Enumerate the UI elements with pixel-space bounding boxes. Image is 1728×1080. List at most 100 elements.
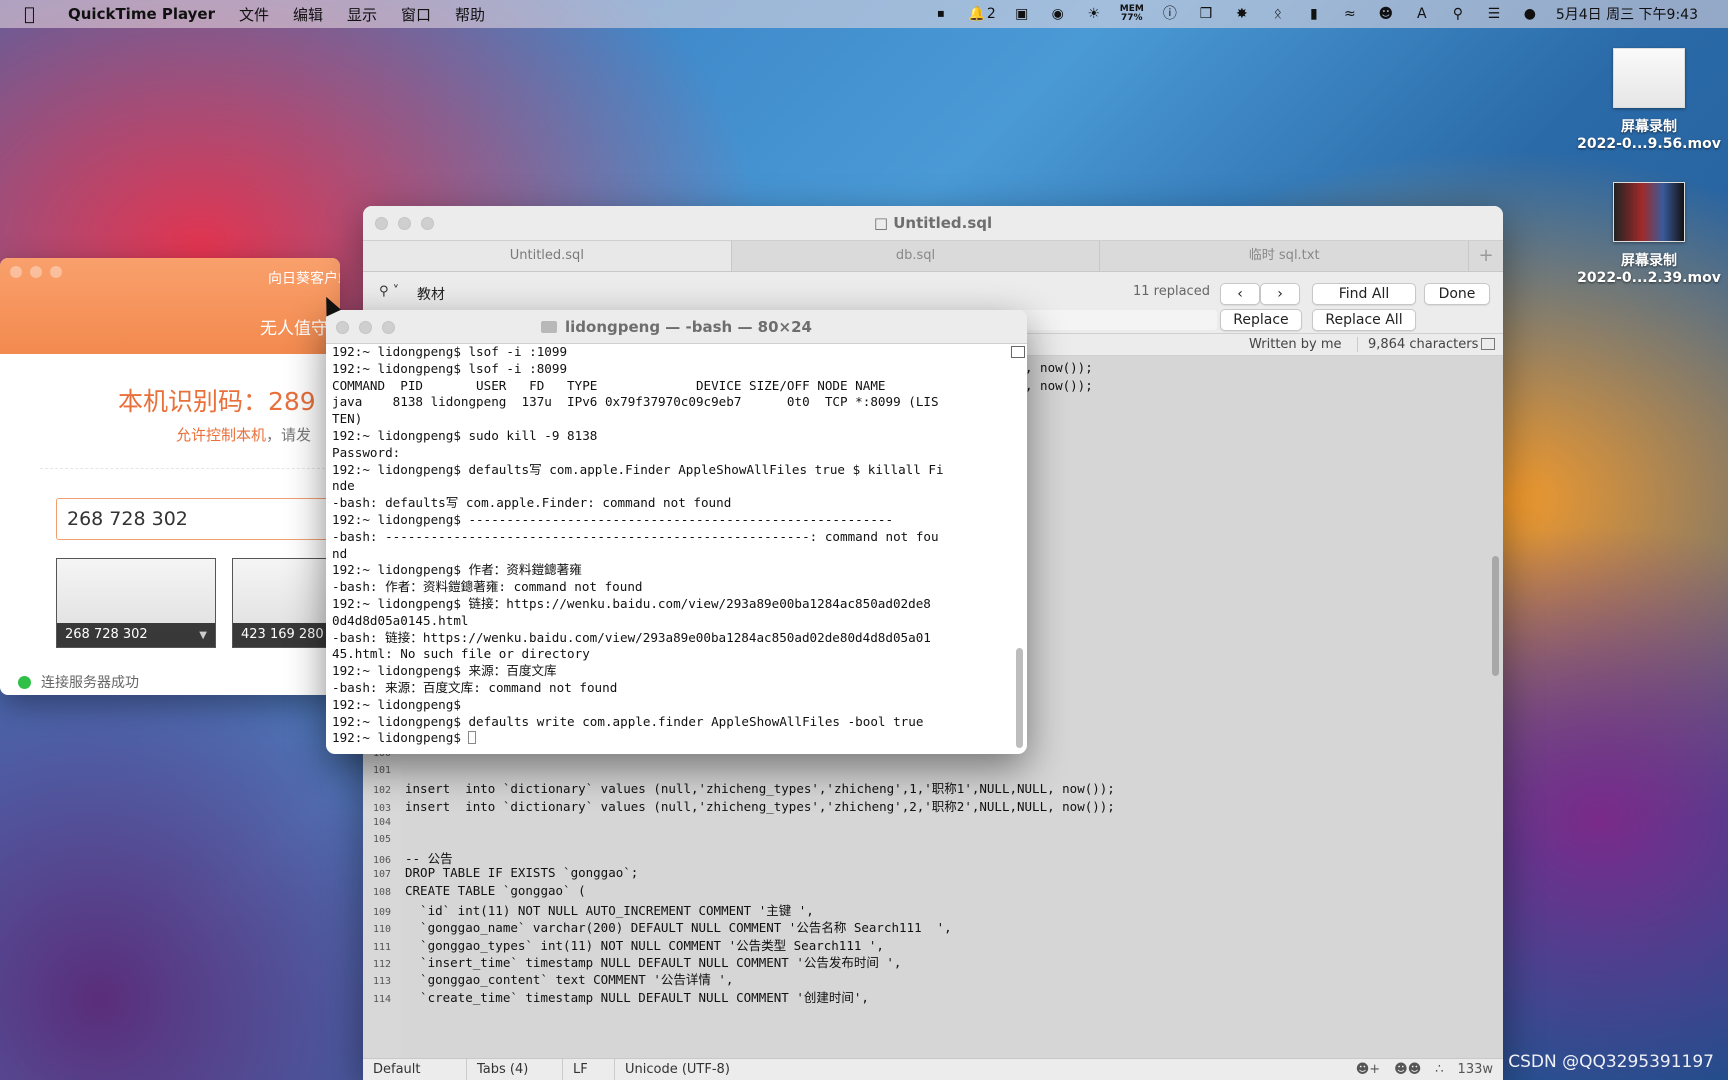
- bluetooth-icon[interactable]: ᛟ: [1268, 5, 1288, 23]
- allow-control-link[interactable]: 允许控制本机: [176, 426, 266, 444]
- tab-db-sql[interactable]: db.sql: [732, 241, 1101, 271]
- encoding-selector[interactable]: Unicode (UTF-8): [615, 1059, 765, 1080]
- code-line: 107 DROP TABLE IF EXISTS `gonggao`;: [363, 865, 638, 882]
- memory-monitor[interactable]: MEM 77%: [1120, 5, 1144, 23]
- line-number: 103: [372, 802, 391, 814]
- info-icon[interactable]: ⓘ: [1160, 5, 1180, 23]
- theme-selector[interactable]: Default: [363, 1058, 467, 1080]
- terminal-title: lidongpeng — -bash — 80×24: [326, 318, 1027, 336]
- code-text: `create_time` timestamp NULL DEFAULT NUL…: [405, 989, 869, 1005]
- file-name-line2: 2022-0...9.56.mov: [1577, 136, 1721, 152]
- previous-match-button[interactable]: ‹: [1220, 283, 1260, 305]
- menu-bar:  QuickTime Player 文件 编辑 显示 窗口 帮助 ⏹ 🔔2 ▣…: [0, 0, 1728, 28]
- code-line: 113 `gonggao_content` text COMMENT '公告详情…: [363, 969, 734, 987]
- connection-status: 连接服务器成功: [18, 672, 139, 692]
- menu-file[interactable]: 文件: [239, 4, 269, 25]
- line-number: 102: [372, 785, 391, 797]
- menu-help[interactable]: 帮助: [455, 4, 485, 25]
- desktop-file-recording-2[interactable]: 屏幕录制 2022-0...2.39.mov: [1574, 182, 1724, 286]
- recent-device-thumb[interactable]: 423 169 280: [232, 558, 340, 648]
- indent-selector[interactable]: Tabs (4): [467, 1058, 563, 1080]
- device-code: 本机识别码：289: [118, 387, 316, 416]
- signal-icon: ∴: [1435, 1062, 1444, 1077]
- line-number: 111: [372, 941, 391, 953]
- minimize-button[interactable]: [30, 266, 42, 278]
- code-text: CREATE TABLE `gonggao` (: [405, 882, 586, 898]
- split-pane-icon[interactable]: [1011, 346, 1025, 358]
- sunflower-title: 向日葵客户端: [268, 271, 340, 287]
- partner-code-input[interactable]: 268 728 302: [56, 498, 340, 540]
- add-user-icon[interactable]: ☻+: [1356, 1062, 1380, 1077]
- terminal-window: lidongpeng — -bash — 80×24 192:~ lidongp…: [326, 310, 1027, 754]
- zoom-button[interactable]: [50, 266, 62, 278]
- collaborators-icon[interactable]: ☻☻: [1394, 1062, 1421, 1077]
- add-tab-button[interactable]: +: [1469, 241, 1503, 271]
- spotlight-search-icon[interactable]: ⚲: [1448, 5, 1468, 23]
- desktop-file-recording-1[interactable]: 屏幕录制 2022-0...9.56.mov: [1574, 48, 1724, 152]
- video-thumbnail: [1613, 48, 1685, 108]
- mem-value: 77%: [1121, 13, 1143, 23]
- sunflower-status-icon[interactable]: ◉: [1048, 5, 1068, 23]
- terminal-title-text: lidongpeng — -bash — 80×24: [565, 318, 812, 336]
- clock[interactable]: 5月4日 周三 下午9:43: [1556, 4, 1698, 24]
- tab-temp-sql[interactable]: 临时 sql.txt: [1100, 241, 1470, 271]
- terminal-line: 192:~ lidongpeng$ lsof -i :1099: [332, 344, 568, 359]
- battery-icon[interactable]: ▮: [1304, 5, 1324, 23]
- replace-all-button[interactable]: Replace All: [1312, 309, 1416, 331]
- replaced-count: 11 replaced: [1133, 284, 1210, 299]
- vertical-scrollbar[interactable]: [1492, 556, 1499, 676]
- terminal-line: COMMAND PID USER FD TYPE DEVICE SIZE/OFF…: [332, 377, 886, 393]
- input-method-icon[interactable]: A: [1412, 5, 1432, 23]
- windows-icon[interactable]: ❒: [1196, 5, 1216, 23]
- line-number: 105: [372, 834, 391, 846]
- terminal-line: java 8138 lidongpeng 137u IPv6 0x79f3797…: [332, 394, 939, 410]
- siri-icon[interactable]: ●: [1520, 5, 1540, 23]
- tab-untitled-sql[interactable]: Untitled.sql: [363, 241, 732, 271]
- compass-icon[interactable]: ✸: [1232, 5, 1252, 23]
- wifi-icon[interactable]: ≈: [1340, 5, 1360, 23]
- terminal-scrollbar[interactable]: [1016, 648, 1023, 748]
- next-match-button[interactable]: ›: [1260, 283, 1300, 305]
- control-center-icon[interactable]: ☰: [1484, 5, 1504, 23]
- stop-recording-icon[interactable]: ⏹: [931, 5, 951, 23]
- notification-status[interactable]: 🔔2: [967, 5, 996, 23]
- app-menu-quicktime[interactable]: QuickTime Player: [68, 5, 215, 23]
- editor-status-bar: Default Tabs (4) LF Unicode (UTF-8) ☻+ ☻…: [363, 1058, 1503, 1080]
- terminal-output[interactable]: 192:~ lidongpeng$ lsof -i :1099 192:~ lid…: [332, 344, 1009, 754]
- close-button[interactable]: [10, 266, 22, 278]
- status-icons: ☻+ ☻☻ ∴ 133w: [1356, 1062, 1503, 1077]
- terminal-line: 192:~ lidongpeng$ 作者：资料鎧鏓著雍: [332, 562, 582, 578]
- connection-status-text: 连接服务器成功: [41, 675, 139, 691]
- line-ending-selector[interactable]: LF: [563, 1058, 615, 1080]
- user-icon[interactable]: ☻: [1376, 5, 1396, 23]
- find-input[interactable]: 教材: [417, 284, 445, 304]
- unattended-tab[interactable]: 无人值守: [260, 314, 328, 339]
- search-options-icon[interactable]: ⚲ ˅: [379, 284, 399, 299]
- code-line: 112 `insert_time` timestamp NULL DEFAULT…: [363, 952, 902, 970]
- done-button[interactable]: Done: [1424, 283, 1490, 305]
- menu-edit[interactable]: 编辑: [293, 4, 323, 25]
- menu-view[interactable]: 显示: [347, 4, 377, 25]
- terminal-cursor: [468, 731, 477, 745]
- terminal-line: 192:~ lidongpeng$ defaults写 com.apple.Fi…: [332, 461, 944, 477]
- menu-window[interactable]: 窗口: [401, 4, 431, 25]
- terminal-line: 192:~ lidongpeng$ defaults write com.app…: [332, 713, 924, 729]
- line-number: 109: [372, 906, 391, 918]
- code-text: `gonggao_types` int(11) NOT NULL COMMENT…: [405, 937, 884, 953]
- terminal-line: 192:~ lidongpeng$: [332, 730, 1009, 747]
- chevron-down-icon[interactable]: ▼: [199, 630, 207, 641]
- wps-icon[interactable]: ▣: [1012, 5, 1032, 23]
- replace-button[interactable]: Replace: [1220, 309, 1302, 331]
- apple-menu-icon[interactable]: : [24, 4, 44, 25]
- line-number: 112: [372, 958, 391, 970]
- replace-input[interactable]: [1017, 310, 1217, 330]
- terminal-line: 192:~ lidongpeng$ 来源：百度文库: [332, 663, 557, 679]
- recent-device-thumb[interactable]: 268 728 302 ▼: [56, 558, 216, 648]
- app-status-icon[interactable]: ☀: [1084, 5, 1104, 23]
- terminal-line: TEN): [332, 411, 363, 427]
- sidebar-toggle-icon[interactable]: [1481, 338, 1495, 350]
- editor-title-text: Untitled.sql: [893, 214, 993, 232]
- status-dot-icon: [18, 675, 31, 689]
- terminal-line: -bash: 来源：百度文库: command not found: [332, 679, 618, 695]
- find-all-button[interactable]: Find All: [1312, 283, 1416, 305]
